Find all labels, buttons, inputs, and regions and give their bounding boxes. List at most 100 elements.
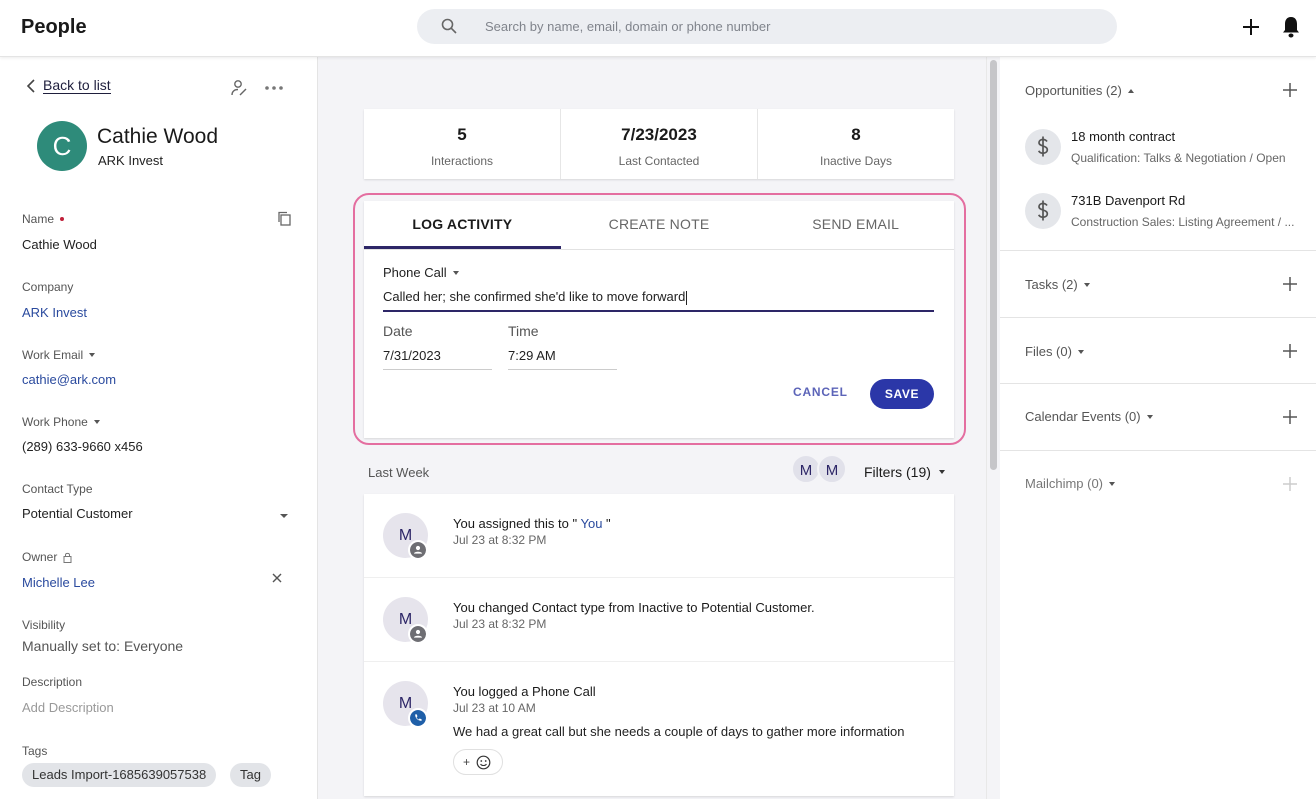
chevron-down-icon	[89, 353, 96, 357]
search-input[interactable]: Search by name, email, domain or phone n…	[485, 19, 770, 34]
company-label: Company	[22, 280, 74, 294]
chevron-down-icon	[938, 470, 945, 474]
stat-value: 8	[851, 125, 861, 144]
add-opportunity-icon[interactable]	[1283, 83, 1297, 97]
files-section: Files (0)	[1000, 318, 1316, 384]
text-cursor	[686, 290, 688, 305]
stat-last-contacted: 7/23/2023 Last Contacted	[561, 109, 758, 179]
calendar-label: Calendar Events (0)	[1025, 409, 1141, 424]
opportunities-header[interactable]: Opportunities (2)	[1025, 83, 1134, 98]
feed-title-prefix: You assigned this to "	[453, 516, 581, 531]
owner-value[interactable]: Michelle Lee	[22, 575, 95, 590]
activity-text-input[interactable]: Called her; she confirmed she'd like to …	[383, 288, 934, 312]
contact-type-label: Contact Type	[22, 482, 93, 496]
work-phone-value[interactable]: (289) 633-9660 x456	[22, 439, 143, 454]
opportunity-name[interactable]: 731B Davenport Rd	[1071, 193, 1185, 208]
company-value[interactable]: ARK Invest	[22, 305, 87, 320]
person-icon	[408, 540, 428, 560]
more-icon[interactable]	[264, 79, 284, 97]
tasks-header[interactable]: Tasks (2)	[1025, 277, 1090, 292]
save-button[interactable]: SAVE	[870, 379, 934, 409]
add-file-icon[interactable]	[1283, 344, 1297, 358]
dollar-glyph	[1037, 136, 1049, 157]
back-to-list-link[interactable]: Back to list	[24, 77, 111, 94]
add-icon[interactable]	[1240, 16, 1262, 38]
mailchimp-label: Mailchimp (0)	[1025, 476, 1104, 491]
feed-title: You changed Contact type from Inactive t…	[453, 600, 815, 615]
app-title: People	[21, 16, 87, 38]
stats-card: 5 Interactions 7/23/2023 Last Contacted …	[364, 109, 954, 179]
close-icon[interactable]	[272, 573, 282, 583]
cancel-button[interactable]: CANCEL	[793, 385, 848, 399]
tag-chip[interactable]: Leads Import-1685639057538	[22, 763, 217, 787]
time-input[interactable]: 7:29 AM	[508, 348, 617, 370]
contact-avatar: C	[37, 121, 87, 171]
filters-button[interactable]: Filters (19)	[864, 464, 945, 480]
search-bar[interactable]: Search by name, email, domain or phone n…	[417, 9, 1117, 44]
dollar-glyph	[1037, 200, 1049, 221]
lock-icon	[63, 552, 72, 563]
mailchimp-header[interactable]: Mailchimp (0)	[1025, 476, 1116, 491]
tags-label: Tags	[22, 744, 48, 758]
tab-send-email[interactable]: SEND EMAIL	[757, 201, 954, 249]
copy-icon[interactable]	[277, 211, 291, 226]
bell-icon[interactable]	[1280, 15, 1302, 39]
feed-section-label: Last Week	[368, 465, 430, 480]
stat-label: Last Contacted	[618, 154, 700, 168]
name-value[interactable]: Cathie Wood	[22, 237, 97, 252]
chevron-down-icon[interactable]	[280, 514, 288, 518]
files-header[interactable]: Files (0)	[1025, 344, 1084, 359]
feed-title: You assigned this to " You "	[453, 516, 611, 531]
chevron-left-icon	[26, 78, 35, 93]
avatar[interactable]: M	[817, 454, 847, 484]
feed-time: Jul 23 at 8:32 PM	[453, 617, 547, 631]
scrollbar-thumb[interactable]	[990, 60, 997, 470]
feed-title-suffix: "	[602, 516, 611, 531]
chevron-down-icon	[93, 420, 100, 424]
stat-label: Inactive Days	[819, 154, 893, 168]
activity-type-select[interactable]: Phone Call	[383, 265, 459, 280]
contact-sidebar: Back to list C Cathie Wood ARK Invest Na…	[0, 57, 318, 799]
date-input[interactable]: 7/31/2023	[383, 348, 492, 370]
add-task-icon[interactable]	[1283, 277, 1297, 291]
list-item[interactable]: M You changed Contact type from Inactive…	[364, 578, 954, 662]
scrollbar[interactable]	[986, 57, 1000, 799]
add-event-icon[interactable]	[1283, 410, 1297, 424]
calendar-header[interactable]: Calendar Events (0)	[1025, 409, 1153, 424]
feed-body: We had a great call but she needs a coup…	[453, 724, 905, 739]
work-email-value[interactable]: cathie@ark.com	[22, 372, 116, 387]
name-label-text: Name	[22, 212, 55, 226]
stat-label: Interactions	[430, 154, 494, 168]
chevron-down-icon	[1083, 282, 1090, 287]
owner-label: Owner	[22, 550, 72, 564]
tasks-section: Tasks (2)	[1000, 251, 1316, 318]
chevron-down-icon	[452, 270, 459, 275]
add-reaction-button[interactable]: +	[453, 749, 503, 775]
work-email-label[interactable]: Work Email	[22, 348, 96, 362]
feed-time: Jul 23 at 10 AM	[453, 701, 536, 715]
contact-type-select[interactable]: Potential Customer	[22, 506, 133, 521]
dollar-icon	[1025, 129, 1061, 165]
list-item[interactable]: M You assigned this to " You " Jul 23 at…	[364, 494, 954, 578]
back-to-list-label: Back to list	[43, 77, 111, 94]
description-field[interactable]: Add Description	[22, 700, 114, 715]
person-edit-icon[interactable]	[230, 79, 248, 97]
feed-title-link[interactable]: You	[581, 516, 603, 531]
work-email-label-text: Work Email	[22, 348, 84, 362]
work-phone-label[interactable]: Work Phone	[22, 415, 100, 429]
opportunity-name[interactable]: 18 month contract	[1071, 129, 1175, 144]
tab-log-activity[interactable]: LOG ACTIVITY	[364, 201, 561, 249]
tag-chip[interactable]: Tag	[230, 763, 271, 787]
visibility-value[interactable]: Manually set to: Everyone	[22, 638, 183, 654]
chevron-down-icon	[1146, 414, 1153, 419]
date-label: Date	[383, 323, 413, 339]
list-item[interactable]: M You logged a Phone Call Jul 23 at 10 A…	[364, 662, 954, 796]
stat-value: 7/23/2023	[621, 125, 697, 144]
activity-type-label: Phone Call	[383, 265, 447, 280]
contact-name: Cathie Wood	[97, 125, 219, 148]
dollar-icon	[1025, 193, 1061, 229]
name-label: Name	[22, 212, 65, 226]
visibility-label: Visibility	[22, 618, 66, 632]
stat-value: 5	[457, 125, 467, 144]
tab-create-note[interactable]: CREATE NOTE	[561, 201, 758, 249]
